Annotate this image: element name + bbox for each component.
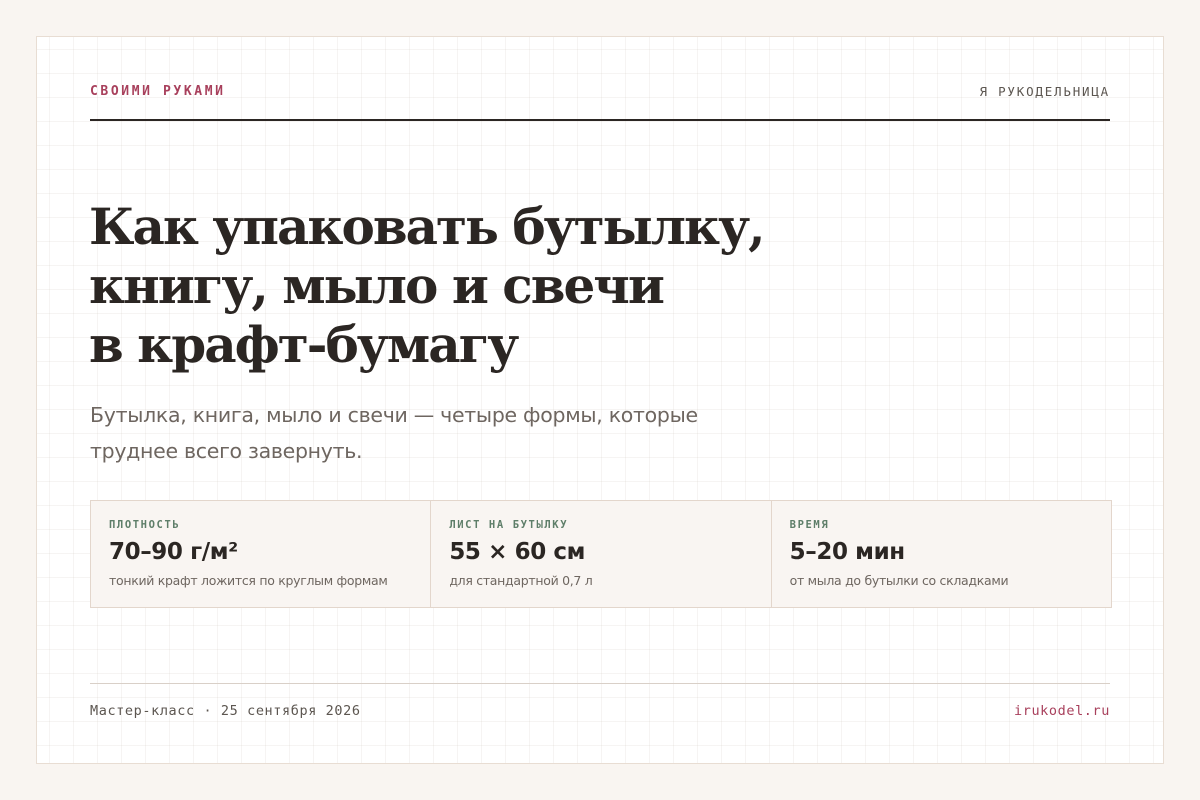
brand-label: СВОИМИ РУКАМИ — [90, 84, 226, 99]
stat-sheet-size: ЛИСТ НА БУТЫЛКУ 55 × 60 см для стандартн… — [431, 501, 772, 607]
author-label: Я РУКОДЕЛЬНИЦА — [979, 84, 1110, 99]
stat-label: ВРЕМЯ — [789, 519, 830, 531]
header: СВОИМИ РУКАМИ Я РУКОДЕЛЬНИЦА — [90, 81, 1110, 121]
subtitle: Бутылка, книга, мыло и свечи — четыре фо… — [90, 403, 698, 463]
site-link[interactable]: irukodel.ru — [1014, 703, 1110, 719]
title-line: Как упаковать бутылку, — [89, 197, 766, 256]
stat-label: ПЛОТНОСТЬ — [109, 519, 181, 531]
title-line: книгу, мыло и свечи — [89, 256, 665, 315]
stat-label: ЛИСТ НА БУТЫЛКУ — [449, 519, 569, 531]
stat-value: 70–90 г/м² — [109, 539, 238, 565]
stat-value: 5–20 мин — [789, 539, 906, 565]
stat-time: ВРЕМЯ 5–20 мин от мыла до бутылки со скл… — [772, 501, 1111, 607]
stat-note: от мыла до бутылки со складками — [789, 573, 1009, 588]
event-info: Мастер-класс · 25 сентября 2026 — [90, 703, 361, 719]
stat-density: ПЛОТНОСТЬ 70–90 г/м² тонкий крафт ложитс… — [91, 501, 432, 607]
stat-note: для стандартной 0,7 л — [449, 573, 593, 588]
footer-divider — [90, 683, 1110, 684]
stat-note: тонкий крафт ложится по круглым формам — [109, 573, 388, 588]
stat-value: 55 × 60 см — [449, 539, 586, 565]
stats-panel: ПЛОТНОСТЬ 70–90 г/м² тонкий крафт ложитс… — [90, 500, 1112, 608]
title-line: в крафт-бумагу — [89, 315, 519, 374]
page-title: Как упаковать бутылку, книгу, мыло и све… — [89, 197, 849, 374]
cover-card: СВОИМИ РУКАМИ Я РУКОДЕЛЬНИЦА Как упакова… — [36, 36, 1164, 764]
